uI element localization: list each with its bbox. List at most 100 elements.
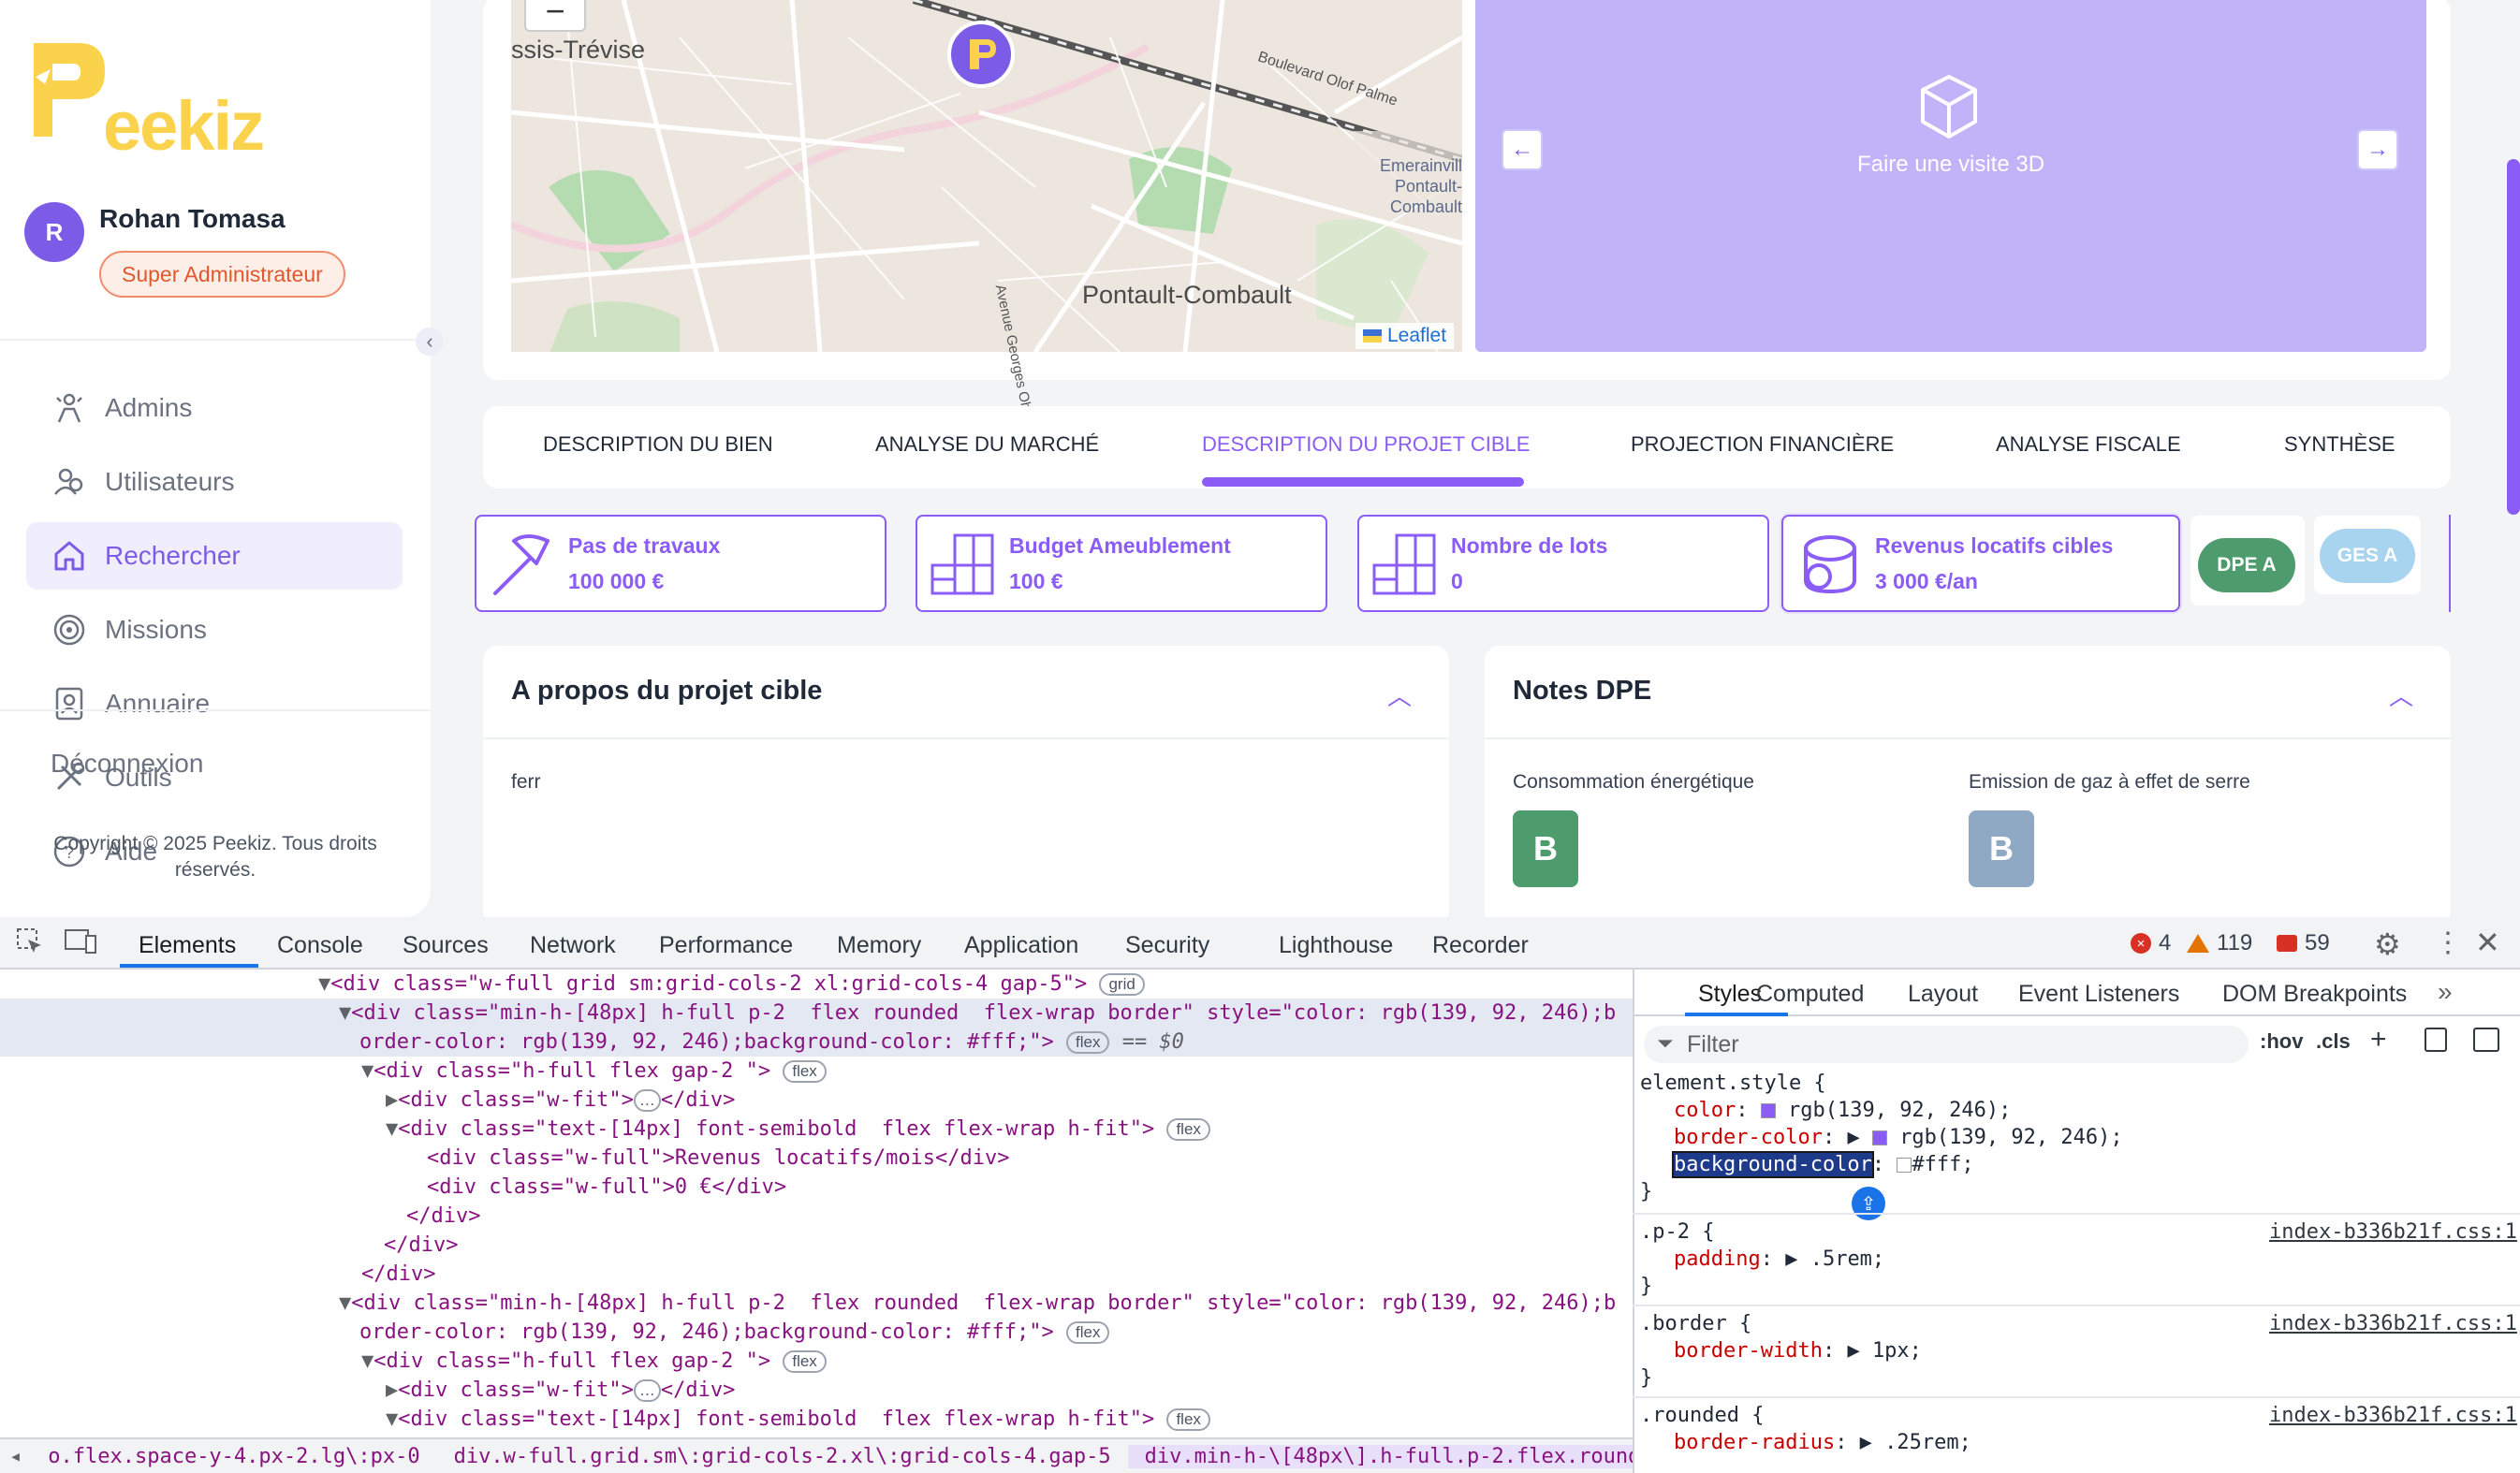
toggle-sidebar-icon[interactable] xyxy=(2473,1028,2499,1052)
zoom-out-button[interactable]: − xyxy=(524,0,586,32)
dom-node[interactable]: ▶<div class="w-fit">… </div> xyxy=(386,1376,735,1405)
styles-filter-input[interactable]: ⏷ Filter xyxy=(1644,1026,2249,1063)
inspect-icon[interactable] xyxy=(15,926,45,956)
dom-node-selected[interactable]: ▼<div class="min-h-[48px] h-full p-2 fle… xyxy=(339,999,1616,1028)
dom-node-text: <div class="text-[14px] font-semibold fl… xyxy=(398,1407,1155,1431)
sidebar: eekiz R Rohan Tomasa Super Administrateu… xyxy=(0,0,431,917)
collapsed-ellipsis[interactable]: … xyxy=(633,1379,661,1402)
furniture-icon xyxy=(930,533,994,595)
css-declaration[interactable]: padding: ▶ .5rem; xyxy=(1674,1246,1884,1273)
collapsed-ellipsis[interactable]: … xyxy=(633,1089,661,1112)
more-tabs-icon[interactable]: » xyxy=(2438,977,2453,1007)
dom-node[interactable]: </div> xyxy=(384,1231,458,1260)
collapse-sidebar-button[interactable]: ‹ xyxy=(416,328,444,356)
next-button[interactable]: → xyxy=(2357,129,2398,170)
avatar[interactable]: R xyxy=(24,202,84,262)
css-declaration[interactable]: border-radius: ▶ .25rem; xyxy=(1674,1429,1971,1456)
styles-tab-computed[interactable]: Computed xyxy=(1756,981,1864,1008)
devtools-tab-lighthouse[interactable]: Lighthouse xyxy=(1279,932,1393,959)
breadcrumb-item-active[interactable]: div.min-h-\[48px\].h-full.p-2.flex.round… xyxy=(1127,1444,1633,1468)
dom-node[interactable]: ▼<div class="text-[14px] font-semibold f… xyxy=(386,1405,1210,1434)
devtools-tab-memory[interactable]: Memory xyxy=(837,932,921,959)
add-rule-icon[interactable]: + xyxy=(2370,1024,2387,1056)
color-swatch[interactable] xyxy=(1871,1130,1887,1145)
sidebar-item-rechercher[interactable]: Rechercher xyxy=(26,522,403,590)
prev-button[interactable]: ← xyxy=(1502,129,1543,170)
stylesheet-link[interactable]: index-b336b21f.css:1 xyxy=(2269,1312,2517,1335)
devtools-tab-elements[interactable]: Elements xyxy=(139,932,236,959)
css-declaration[interactable]: color: rgb(139, 92, 246); xyxy=(1674,1097,2011,1124)
leaflet-attribution[interactable]: Leaflet xyxy=(1355,323,1455,349)
color-swatch[interactable] xyxy=(1897,1158,1912,1173)
device-toggle-icon[interactable] xyxy=(64,926,97,956)
issues-count[interactable]: 59 xyxy=(2277,930,2330,956)
dom-node[interactable]: </div> xyxy=(361,1260,435,1289)
stat-card-travaux: Pas de travaux 100 000 € xyxy=(475,515,886,612)
styles-tab-dom-breakpoints[interactable]: DOM Breakpoints xyxy=(2222,981,2407,1008)
warning-count[interactable]: 119 xyxy=(2187,930,2252,956)
dom-node[interactable]: ▼<div class="w-full grid sm:grid-cols-2 … xyxy=(318,970,1145,999)
css-declaration[interactable]: background-color: #fff; xyxy=(1672,1151,1974,1178)
sidebar-item-label: Missions xyxy=(105,615,207,644)
hov-toggle[interactable]: :hov xyxy=(2260,1029,2303,1054)
flex-badge[interactable]: flex xyxy=(1065,1321,1110,1344)
flex-badge[interactable]: flex xyxy=(1166,1118,1210,1141)
tab-projection-financiere[interactable]: PROJECTION FINANCIÈRE xyxy=(1631,432,1894,457)
dom-node[interactable]: ▼<div class="min-h-[48px] h-full p-2 fle… xyxy=(339,1289,1616,1318)
devtools-tab-security[interactable]: Security xyxy=(1125,932,1209,959)
devtools-tab-application[interactable]: Application xyxy=(964,932,1078,959)
stat-card-revenus[interactable]: Revenus locatifs cibles 3 000 €/an xyxy=(1781,515,2180,612)
cls-toggle[interactable]: .cls xyxy=(2316,1029,2351,1054)
grid-badge[interactable]: grid xyxy=(1099,973,1145,996)
dom-node[interactable]: <div class="w-full">0 €</div> xyxy=(427,1173,786,1202)
styles-tab-styles[interactable]: Styles xyxy=(1698,981,1762,1008)
styles-tab-event-listeners[interactable]: Event Listeners xyxy=(2018,981,2179,1008)
breadcrumb-item[interactable]: div.w-full.grid.sm\:grid-cols-2.xl\:grid… xyxy=(437,1445,1128,1468)
paint-icon[interactable] xyxy=(2425,1028,2447,1052)
sidebar-item-admins[interactable]: Admins xyxy=(26,374,403,442)
sidebar-item-missions[interactable]: Missions xyxy=(26,596,403,664)
dom-node[interactable]: </div> xyxy=(406,1202,480,1231)
dom-node[interactable]: ▶<div class="w-fit">… </div> xyxy=(386,1086,735,1115)
filter-icon: ⏷ xyxy=(1657,1031,1674,1055)
flex-badge[interactable]: flex xyxy=(783,1350,827,1373)
dom-node[interactable]: ▼<div class="h-full flex gap-2 "> flex xyxy=(361,1057,827,1086)
flex-badge[interactable]: flex xyxy=(1166,1408,1210,1431)
flex-badge[interactable]: flex xyxy=(1065,1031,1110,1054)
chevron-up-icon[interactable]: ︿ xyxy=(1387,678,1412,712)
close-devtools-icon[interactable]: ✕ xyxy=(2475,925,2500,960)
tab-synthese[interactable]: SYNTHÈSE xyxy=(2284,432,2395,457)
dom-node[interactable]: ▼<div class="h-full flex gap-2 "> flex xyxy=(361,1347,827,1376)
breadcrumb-item[interactable]: o.flex.space-y-4.px-2.lg\:px-0 xyxy=(31,1445,436,1468)
devtools-tab-recorder[interactable]: Recorder xyxy=(1432,932,1529,959)
dom-node[interactable]: <div class="w-full">Revenus locatifs/moi… xyxy=(427,1144,1010,1173)
stylesheet-link[interactable]: index-b336b21f.css:1 xyxy=(2269,1220,2517,1244)
tab-description-du-bien[interactable]: DESCRIPTION DU BIEN xyxy=(543,432,773,457)
devtools-tab-network[interactable]: Network xyxy=(530,932,616,959)
styles-tab-layout[interactable]: Layout xyxy=(1908,981,1978,1008)
more-menu-icon[interactable]: ⋮ xyxy=(2434,926,2462,959)
tab-analyse-du-marche[interactable]: ANALYSE DU MARCHÉ xyxy=(875,432,1099,457)
dom-node[interactable]: ▼<div class="text-[14px] font-semibold f… xyxy=(386,1115,1210,1144)
settings-gear-icon[interactable]: ⚙ xyxy=(2374,926,2401,962)
css-declaration[interactable]: border-color: ▶ rgb(139, 92, 246); xyxy=(1674,1124,2123,1151)
map-marker-icon[interactable] xyxy=(947,21,1015,88)
logout-link[interactable]: Déconnexion xyxy=(51,749,203,779)
flex-badge[interactable]: flex xyxy=(783,1060,827,1083)
admin-icon xyxy=(51,389,88,427)
tab-analyse-fiscale[interactable]: ANALYSE FISCALE xyxy=(1996,432,2181,457)
devtools-tab-performance[interactable]: Performance xyxy=(659,932,793,959)
page-scrollbar[interactable] xyxy=(2507,159,2520,515)
stylesheet-link[interactable]: index-b336b21f.css:1 xyxy=(2269,1404,2517,1427)
ai-assist-icon[interactable]: ⇪ xyxy=(1852,1187,1885,1220)
tab-description-du-projet-cible[interactable]: DESCRIPTION DU PROJET CIBLE xyxy=(1202,432,1530,457)
devtools-tab-console[interactable]: Console xyxy=(277,932,363,959)
devtools-tab-sources[interactable]: Sources xyxy=(403,932,489,959)
chevron-up-icon[interactable]: ︿ xyxy=(2389,678,2413,712)
crumb-scroll-left-icon[interactable]: ◂ xyxy=(0,1445,31,1468)
css-declaration[interactable]: border-width: ▶ 1px; xyxy=(1674,1337,1922,1364)
error-count[interactable]: × 4 xyxy=(2131,930,2171,956)
sidebar-item-utilisateurs[interactable]: Utilisateurs xyxy=(26,448,403,516)
copyright: Copyright © 2025 Peekiz. Tous droits rés… xyxy=(53,833,377,881)
color-swatch[interactable] xyxy=(1760,1103,1776,1118)
